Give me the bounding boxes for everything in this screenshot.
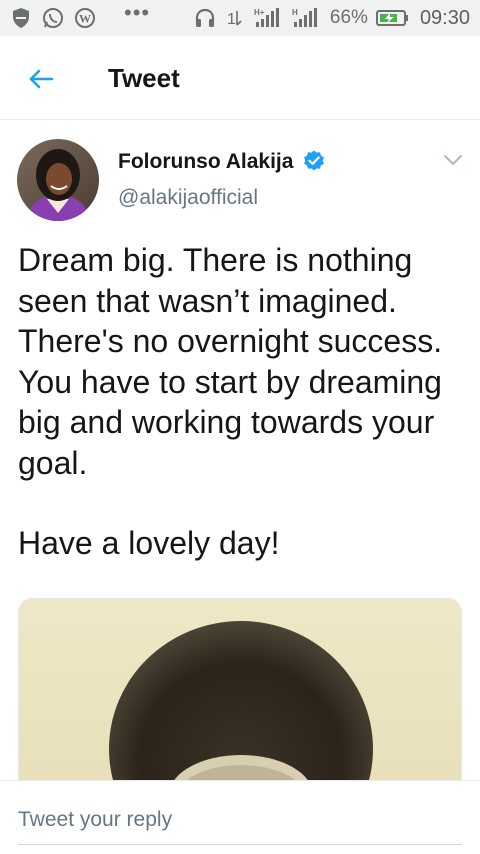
headphones-icon: [194, 7, 216, 29]
signal-strength-icon-2: H: [292, 7, 322, 29]
data-transfer-icon: 1: [224, 7, 246, 29]
verified-badge-icon: [302, 149, 326, 173]
wordpress-icon: W: [74, 7, 96, 29]
status-bar-right: 1 H+ H 66% 09:30: [194, 7, 470, 30]
svg-text:1: 1: [227, 11, 236, 28]
status-bar-left: W •••: [10, 2, 150, 29]
more-notifications-dots: •••: [124, 0, 151, 25]
status-bar: W ••• 1 H+ H 66% 09:30: [0, 0, 480, 36]
clock-time: 09:30: [419, 6, 470, 29]
battery-percent: 66%: [329, 7, 368, 28]
author-avatar[interactable]: [17, 139, 99, 221]
chevron-down-icon[interactable]: [442, 152, 464, 168]
tweet-text: Dream big. There is nothing seen that wa…: [18, 240, 468, 564]
network-type-label-1: H+: [254, 8, 265, 17]
signal-strength-icon-1: H+: [254, 7, 284, 29]
author-name[interactable]: Folorunso Alakija: [118, 150, 293, 174]
battery-icon: [375, 7, 410, 29]
tweet-media-image[interactable]: [18, 598, 462, 798]
tweet-paragraph-2: Have a lovely day!: [18, 525, 280, 561]
back-arrow-icon[interactable]: [26, 64, 56, 94]
reply-input[interactable]: [18, 805, 462, 845]
network-type-label-2: H: [292, 8, 298, 17]
page-title: Tweet: [108, 63, 180, 93]
author-handle[interactable]: @alakijaofficial: [118, 186, 258, 210]
shield-icon: [10, 7, 32, 29]
tweet-paragraph-1: Dream big. There is nothing seen that wa…: [18, 242, 443, 481]
app-header: Tweet: [0, 36, 480, 120]
reply-bar: [0, 780, 480, 854]
whatsapp-icon: [42, 7, 64, 29]
svg-text:W: W: [79, 12, 91, 26]
